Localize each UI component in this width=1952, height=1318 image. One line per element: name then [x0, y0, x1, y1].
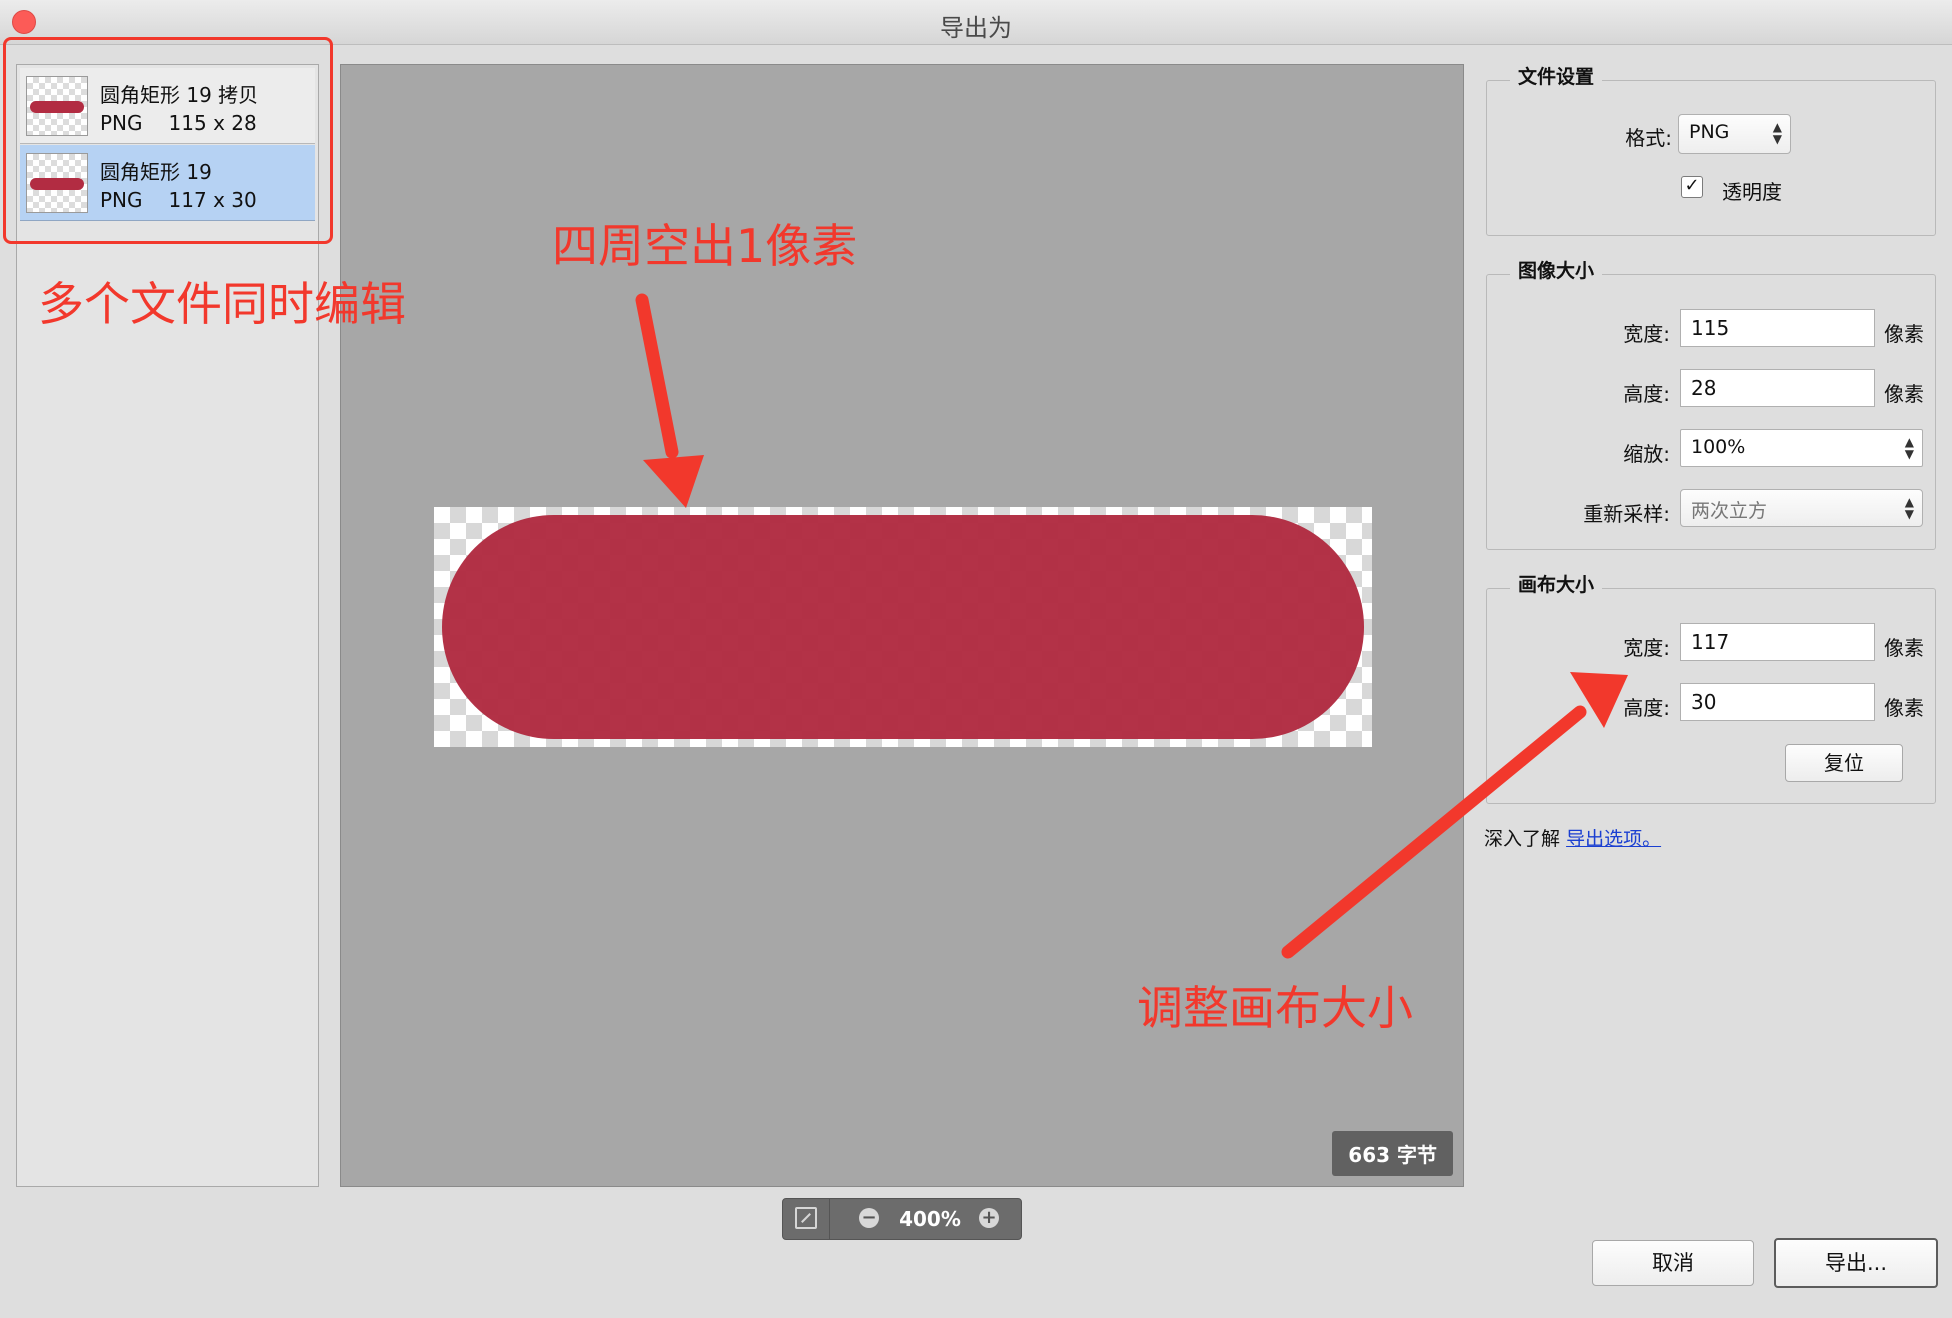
- canvas-height-label: 高度:: [1623, 696, 1670, 720]
- fit-to-view-icon[interactable]: [795, 1207, 817, 1229]
- format-select[interactable]: PNG ▲ ▼: [1678, 114, 1791, 154]
- reset-button[interactable]: 复位: [1785, 744, 1903, 782]
- image-size-title: 图像大小: [1510, 256, 1603, 283]
- resample-value: 两次立方: [1691, 500, 1768, 522]
- image-width-label: 宽度:: [1623, 322, 1670, 346]
- file-settings-group: [1486, 80, 1936, 236]
- format-label: 格式:: [1625, 126, 1672, 150]
- canvas-width-unit: 像素: [1884, 636, 1924, 660]
- annotation-highlight-box: [3, 37, 333, 244]
- file-settings-title: 文件设置: [1510, 62, 1603, 89]
- scale-combobox[interactable]: 100% ▲ ▼: [1680, 429, 1923, 467]
- stepper-icon: ▲ ▼: [1904, 495, 1914, 521]
- image-height-label: 高度:: [1623, 382, 1670, 406]
- format-value: PNG: [1689, 121, 1730, 143]
- image-width-unit: 像素: [1884, 322, 1924, 346]
- export-button[interactable]: 导出...: [1774, 1238, 1938, 1288]
- rounded-rectangle-shape: [442, 515, 1364, 739]
- image-height-unit: 像素: [1884, 382, 1924, 406]
- scale-label: 缩放:: [1623, 442, 1670, 466]
- export-options-link[interactable]: 导出选项。: [1566, 828, 1661, 850]
- image-width-field[interactable]: 115: [1680, 309, 1875, 347]
- zoom-out-button[interactable]: −: [859, 1208, 879, 1228]
- canvas-height-field[interactable]: 30: [1680, 683, 1875, 721]
- zoom-level: 400%: [899, 1207, 961, 1231]
- stepper-icon: ▲ ▼: [1772, 120, 1782, 146]
- divider: [829, 1199, 830, 1239]
- image-height-field[interactable]: 28: [1680, 369, 1875, 407]
- canvas-height-unit: 像素: [1884, 696, 1924, 720]
- help-prefix: 深入了解: [1484, 828, 1561, 850]
- canvas-width-field[interactable]: 117: [1680, 623, 1875, 661]
- canvas-width-label: 宽度:: [1623, 636, 1670, 660]
- transparency-checkbox[interactable]: ✓: [1681, 176, 1703, 198]
- annotation-adjust-canvas: 调整画布大小: [1137, 981, 1413, 1035]
- help-text: 深入了解 导出选项。: [1484, 824, 1661, 851]
- transparency-label: 透明度: [1722, 180, 1782, 204]
- resample-select[interactable]: 两次立方 ▲ ▼: [1680, 489, 1923, 527]
- zoom-in-button[interactable]: +: [979, 1208, 999, 1228]
- scale-value: 100%: [1691, 436, 1746, 458]
- canvas-size-title: 画布大小: [1510, 570, 1603, 597]
- stepper-icon: ▲ ▼: [1904, 435, 1914, 461]
- cancel-button[interactable]: 取消: [1592, 1240, 1754, 1286]
- resample-label: 重新采样:: [1583, 502, 1670, 526]
- annotation-multi-edit: 多个文件同时编辑: [38, 277, 406, 331]
- annotation-padding: 四周空出1像素: [552, 219, 858, 273]
- zoom-controls: − 400% +: [782, 1198, 1022, 1240]
- preview-canvas: [434, 507, 1372, 747]
- file-size-badge: 663 字节: [1332, 1131, 1453, 1176]
